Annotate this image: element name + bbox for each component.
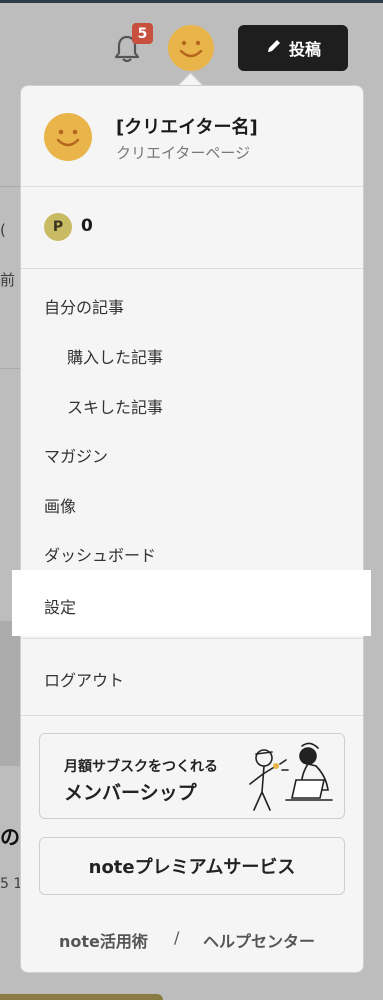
menu-settings-label: 設定	[44, 598, 77, 617]
footer-separator: /	[174, 928, 180, 947]
divider	[21, 638, 363, 639]
creator-name[interactable]: [クリエイター名]	[116, 113, 258, 139]
point-icon: P	[44, 213, 72, 241]
bg-bottom-bar	[0, 994, 163, 1000]
menu-magazine[interactable]: マガジン	[44, 443, 108, 467]
bg-text-paren: (	[0, 221, 6, 239]
divider	[21, 715, 363, 716]
membership-promo-banner[interactable]: 月額サブスクをつくれる メンバーシップ	[39, 733, 345, 819]
bg-article-date: 5 1	[0, 876, 23, 892]
point-balance[interactable]: 0	[81, 216, 93, 236]
divider	[21, 268, 363, 269]
smiley-avatar-icon[interactable]	[168, 25, 214, 71]
smiley-avatar-icon[interactable]	[44, 113, 92, 161]
creator-page-link[interactable]: クリエイターページ	[116, 142, 250, 163]
menu-my-articles[interactable]: 自分の記事	[44, 294, 124, 318]
menu-purchased-articles[interactable]: 購入した記事	[67, 344, 163, 368]
bg-text-mae: 前	[0, 271, 16, 289]
bg-divider	[0, 186, 20, 187]
menu-logout[interactable]: ログアウト	[44, 667, 124, 691]
post-button-label: 投稿	[288, 40, 321, 59]
bg-card	[0, 621, 22, 766]
people-illustration-icon	[236, 740, 340, 814]
bg-article-title: の	[0, 825, 20, 849]
menu-dashboard[interactable]: ダッシュボード	[44, 542, 156, 566]
menu-settings[interactable]: 設定	[12, 570, 371, 636]
bg-divider	[0, 368, 20, 369]
promo-line2: メンバーシップ	[64, 782, 197, 804]
divider	[21, 186, 363, 187]
promo-line1: 月額サブスクをつくれる	[64, 759, 218, 775]
notification-badge: 5	[132, 23, 153, 44]
post-button[interactable]: 投稿	[238, 25, 348, 71]
footer-link-tips[interactable]: note活用術	[59, 928, 148, 952]
account-dropdown: [クリエイター名] クリエイターページ P 0 自分の記事 購入した記事 スキし…	[20, 85, 364, 973]
footer-link-help[interactable]: ヘルプセンター	[203, 928, 315, 952]
premium-service-button[interactable]: noteプレミアムサービス	[39, 837, 345, 895]
menu-liked-articles[interactable]: スキした記事	[67, 394, 163, 418]
menu-images[interactable]: 画像	[44, 493, 76, 517]
pencil-icon	[265, 37, 283, 59]
